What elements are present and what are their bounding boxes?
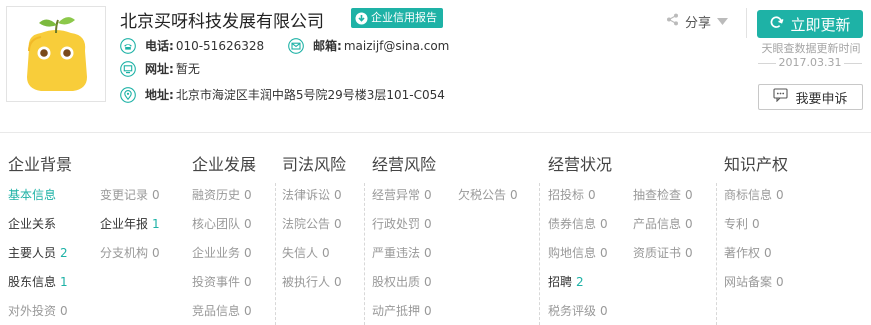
chevron-down-icon: [717, 14, 729, 29]
section-title-operating-status: 经营状况: [548, 155, 613, 174]
nav-item-certificates[interactable]: 资质证书 0: [633, 244, 693, 261]
phone-row: 电话: 010-51626328: [120, 37, 264, 54]
action-divider: [746, 8, 747, 38]
credit-report-label: 企业信用报告: [371, 11, 437, 24]
nav-item-basic-info[interactable]: 基本信息: [8, 186, 56, 203]
section-title-judicial: 司法风险: [282, 155, 347, 174]
nav-item-website-filing[interactable]: 网站备案 0: [724, 273, 784, 290]
message-icon: [773, 88, 789, 106]
nav-item-equity-pledge[interactable]: 股权出质 0: [372, 273, 432, 290]
nav-item-products[interactable]: 产品信息 0: [633, 215, 693, 232]
nav-item-financing-history[interactable]: 融资历史 0: [192, 186, 252, 203]
nav-item-company-relations[interactable]: 企业关系: [8, 215, 56, 232]
nav-item-core-team[interactable]: 核心团队 0: [192, 215, 252, 232]
nav-item-trademarks[interactable]: 商标信息 0: [724, 186, 784, 203]
column-divider: [716, 183, 717, 325]
nav-item-shareholders[interactable]: 股东信息 1: [8, 273, 68, 290]
section-title-ip: 知识产权: [724, 155, 789, 174]
section-divider: [0, 132, 871, 133]
nav-item-bidding[interactable]: 招投标 0: [548, 186, 596, 203]
complain-label: 我要申诉: [795, 91, 848, 107]
nav-item-tax-arrears[interactable]: 欠税公告 0: [458, 186, 518, 203]
email-icon: [288, 37, 304, 54]
nav-item-investments[interactable]: 对外投资 0: [8, 302, 68, 319]
nav-item-business[interactable]: 企业业务 0: [192, 244, 252, 261]
column-divider: [364, 183, 365, 325]
website-value: 暂无: [175, 62, 200, 76]
update-now-button[interactable]: 立即更新: [757, 10, 863, 38]
nav-item-branches[interactable]: 分支机构 0: [100, 244, 160, 261]
share-button[interactable]: 分享: [666, 12, 729, 31]
phone-value: 010-51626328: [175, 38, 265, 53]
complain-button[interactable]: 我要申诉: [758, 84, 863, 110]
update-date: 2017.03.31: [758, 56, 862, 69]
email-row: 邮箱: maizijf@sina.com: [288, 37, 449, 54]
company-name: 北京买呀科技发展有限公司: [120, 12, 324, 32]
website-row: 网址: 暂无: [120, 60, 200, 77]
monitor-icon: [120, 60, 136, 77]
nav-item-copyrights[interactable]: 著作权 0: [724, 244, 772, 261]
nav-item-executed-persons[interactable]: 被执行人 0: [282, 273, 342, 290]
column-divider: [275, 183, 276, 325]
company-logo: [6, 6, 106, 102]
section-title-development: 企业发展: [192, 155, 257, 174]
nav-item-land-purchase[interactable]: 购地信息 0: [548, 244, 608, 261]
section-title-operational-risk: 经营风险: [372, 155, 437, 174]
nav-item-abnormal-operations[interactable]: 经营异常 0: [372, 186, 432, 203]
nav-item-competitors[interactable]: 竞品信息 0: [192, 302, 252, 319]
nav-item-court-notices[interactable]: 法院公告 0: [282, 215, 342, 232]
nav-item-lawsuits[interactable]: 法律诉讼 0: [282, 186, 342, 203]
nav-item-key-personnel[interactable]: 主要人员 2: [8, 244, 68, 261]
refresh-icon: [769, 15, 784, 34]
nav-item-serious-violations[interactable]: 严重违法 0: [372, 244, 432, 261]
location-pin-icon: [120, 86, 136, 103]
address-value: 北京市海淀区丰润中路5号院29号楼3层101-C054: [175, 88, 445, 102]
section-title-background: 企业背景: [8, 155, 73, 174]
phone-icon: [120, 37, 136, 54]
nav-item-investment-events[interactable]: 投资事件 0: [192, 273, 252, 290]
share-label: 分享: [685, 16, 712, 31]
nav-item-annual-reports[interactable]: 企业年报 1: [100, 215, 160, 232]
nav-item-change-records[interactable]: 变更记录 0: [100, 186, 160, 203]
download-icon: [355, 12, 368, 25]
share-icon: [666, 13, 679, 30]
nav-item-patents[interactable]: 专利 0: [724, 215, 760, 232]
column-divider: [539, 183, 540, 325]
nav-item-tax-rating[interactable]: 税务评级 0: [548, 302, 608, 319]
credit-report-button[interactable]: 企业信用报告: [351, 8, 443, 28]
email-label: 邮箱:: [313, 39, 342, 53]
nav-item-inspections[interactable]: 抽查检查 0: [633, 186, 693, 203]
nav-item-dishonest[interactable]: 失信人 0: [282, 244, 330, 261]
email-value[interactable]: maizijf@sina.com: [344, 39, 450, 53]
nav-item-chattel-mortgage[interactable]: 动产抵押 0: [372, 302, 432, 319]
address-label: 地址:: [145, 88, 174, 102]
update-time-note: 天眼查数据更新时间: [761, 42, 861, 55]
nav-item-penalties[interactable]: 行政处罚 0: [372, 215, 432, 232]
phone-label: 电话:: [145, 39, 174, 53]
website-label: 网址:: [145, 62, 174, 76]
nav-item-bonds[interactable]: 债券信息 0: [548, 215, 608, 232]
nav-item-recruitment[interactable]: 招聘 2: [548, 273, 584, 290]
address-row: 地址: 北京市海淀区丰润中路5号院29号楼3层101-C054: [120, 86, 445, 103]
update-now-label: 立即更新: [790, 15, 851, 34]
